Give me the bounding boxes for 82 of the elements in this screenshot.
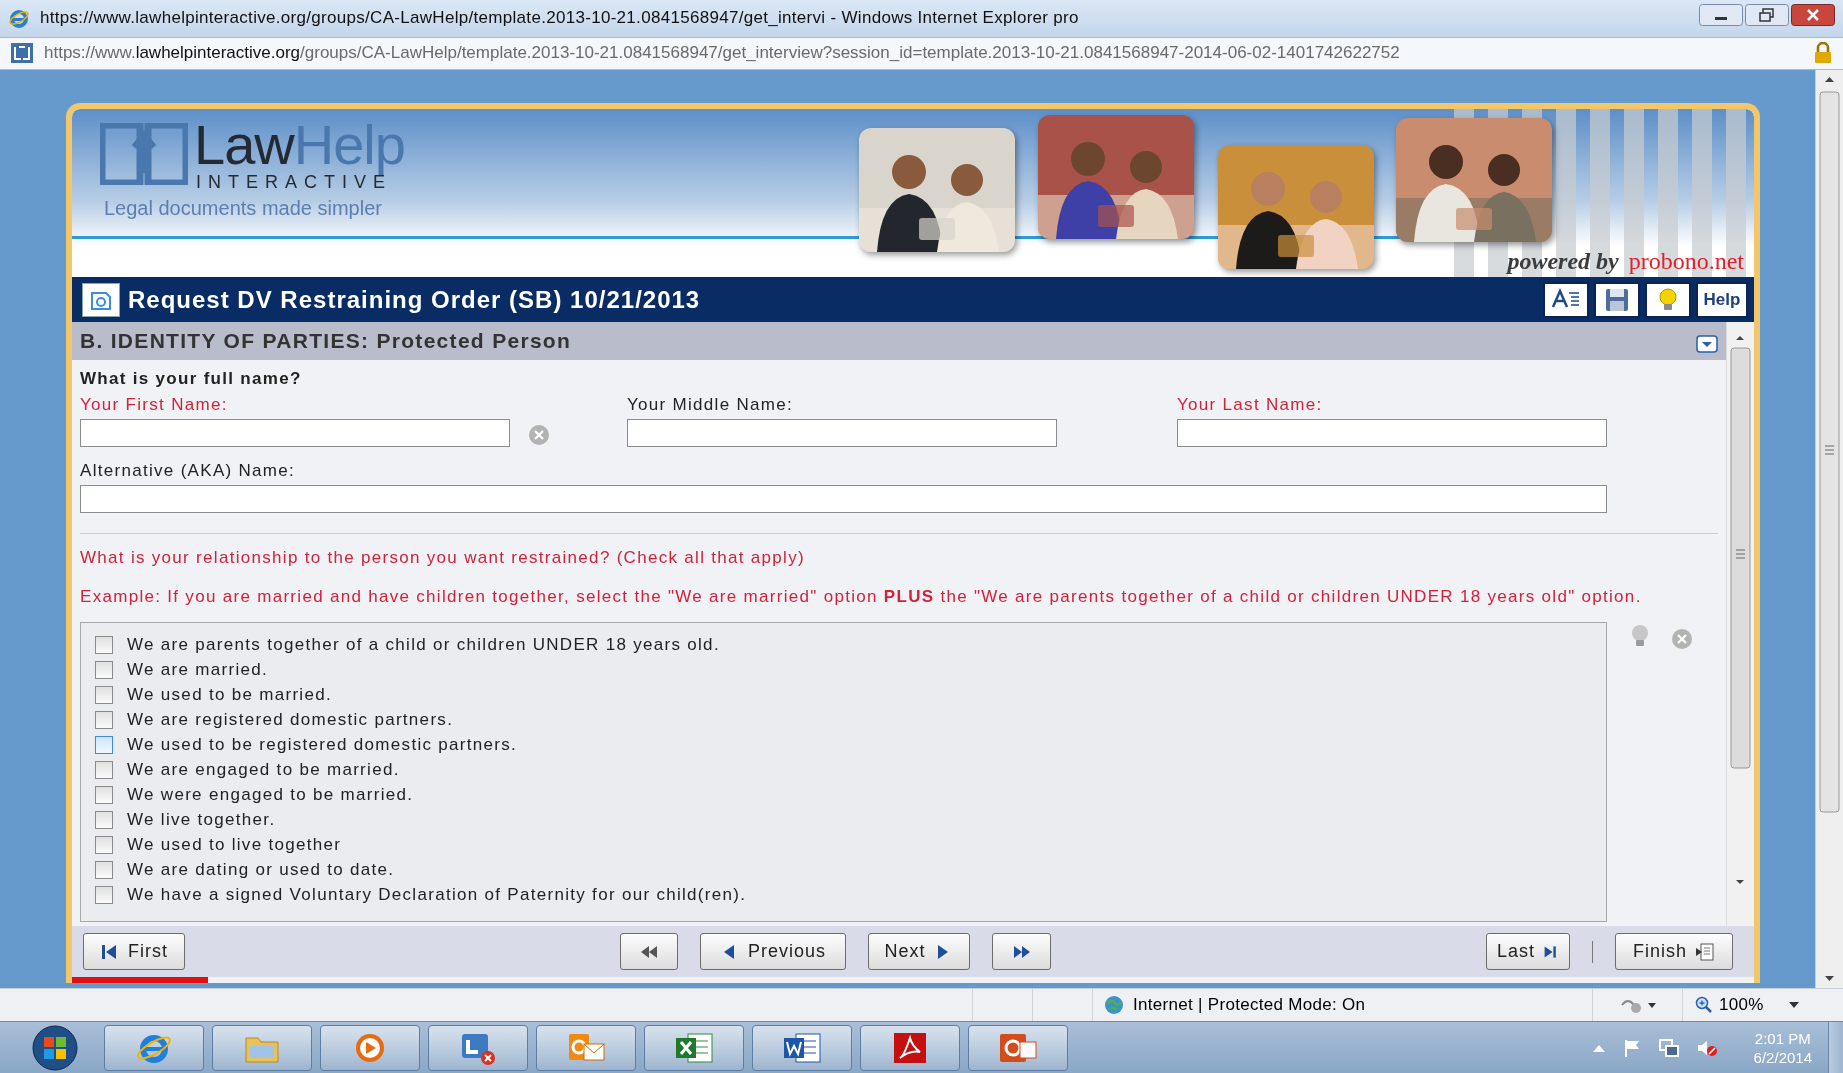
field-label: Your Last Name: [1177,395,1324,415]
example-text: Example: If you are married and have children together, select the "We are married" option PLUS the "We are parents together of a child or children UNDER 18 years old" option. [80,586,1643,608]
text-field[interactable] [1177,419,1607,447]
option-label: We are registered domestic partners. [127,709,454,730]
restore-button[interactable] [1745,4,1789,26]
powered-by-text: powered by [1507,248,1619,275]
checkbox[interactable] [95,735,113,754]
clear-icon[interactable] [1671,628,1693,650]
lock-icon [1813,42,1833,65]
checkbox[interactable] [95,660,113,679]
option-label: We are dating or used to date. [127,859,395,880]
taskbar-button[interactable] [644,1024,744,1071]
window-title: https://www.lawhelpinteractive.org/groups/CA-LawHelp/template.2013-10-21.0841568947/get_intervi - Windows Internet Explorer pro [40,8,1080,29]
option-label: We used to be registered domestic partners. [127,734,518,755]
checkbox[interactable] [95,685,113,704]
globe-icon [1103,994,1125,1016]
option-label: We live together. [127,809,276,830]
taskbar-button[interactable] [212,1024,312,1071]
option-label: We have a signed Voluntary Declaration of Paternity for our child(ren). [127,884,747,905]
address-field[interactable]: https://www.lawhelpinteractive.org/groups/CA-LawHelp/template.2013-10-21.0841568947/get_interview?session_id=template.2013-10-21.0841568947-2014-06-02-1401742622752 [44,43,1803,64]
checkbox[interactable] [95,785,113,804]
previous-button[interactable]: Previous [700,933,846,970]
option-label: We are married. [127,659,269,680]
question-text: What is your full name? [80,369,303,389]
close-button[interactable] [1791,4,1835,26]
clear-icon[interactable] [528,424,550,446]
checkbox[interactable] [95,810,113,829]
field-label: Your First Name: [80,395,229,415]
finish-button[interactable]: Finish [1615,933,1733,970]
scrollbar[interactable] [1726,322,1754,926]
page-scrollbar[interactable] [1815,70,1843,988]
checkbox[interactable] [95,635,113,654]
security-zone-text: Internet | Protected Mode: On [1133,995,1366,1015]
tagline: Legal documents made simpler [104,197,382,220]
taskbar-button[interactable] [752,1024,852,1071]
next-button[interactable]: Next [868,933,970,970]
taskbar-button[interactable] [428,1024,528,1071]
field-label: Your Middle Name: [627,395,795,415]
caret-icon [1787,1001,1800,1009]
help-button[interactable]: Help [1696,281,1748,318]
last-button[interactable]: Last [1486,933,1570,970]
question-text: What is your relationship to the person you want restrained? (Check all that apply) [80,548,806,568]
taskbar-button[interactable] [320,1024,420,1071]
show-desktop-button[interactable] [1828,1022,1843,1073]
collapse-icon[interactable] [1696,335,1718,353]
page-icon [10,42,34,65]
text-field[interactable] [80,419,510,447]
option-label: We used to be married. [127,684,332,705]
logo-icon [100,123,188,185]
rewind-button[interactable] [620,933,678,970]
field-label: Alternative (AKA) Name: [80,461,297,481]
taskbar-button[interactable] [860,1024,960,1071]
taskbar-button[interactable] [968,1024,1068,1071]
partner-logo: probono.net [1628,248,1744,275]
checkbox[interactable] [95,885,113,904]
lightbulb-icon[interactable] [1629,624,1651,648]
checkbox[interactable] [95,860,113,879]
checkbox[interactable] [95,760,113,779]
document-icon [1695,941,1715,962]
interview-title: Request DV Restraining Order (SB) 10/21/2013 [128,285,702,314]
save-button[interactable] [1594,281,1640,318]
option-label: We were engaged to be married. [127,784,414,805]
taskbar-button[interactable] [536,1024,636,1071]
minimize-button[interactable] [1699,4,1743,26]
browser-icon [8,7,30,30]
checkbox[interactable] [95,835,113,854]
text-field[interactable] [80,485,1607,513]
option-label: We are parents together of a child or children UNDER 18 years old. [127,634,720,655]
option-label: We are engaged to be married. [127,759,400,780]
text-field[interactable] [627,419,1057,447]
checkbox[interactable] [95,710,113,729]
document-icon [82,282,120,317]
option-label: We used to live together [127,834,342,855]
hint-button[interactable] [1645,281,1691,318]
text-size-button[interactable] [1543,281,1589,318]
forward-button[interactable] [992,933,1051,970]
first-button[interactable]: First [83,933,185,970]
taskbar-button[interactable] [104,1024,204,1071]
section-title: B. IDENTITY OF PARTIES: Protected Person [80,329,572,353]
network-icon[interactable] [1657,1037,1680,1058]
zoom-icon [1695,996,1713,1014]
zoom-control[interactable]: 100% [1683,989,1843,1021]
